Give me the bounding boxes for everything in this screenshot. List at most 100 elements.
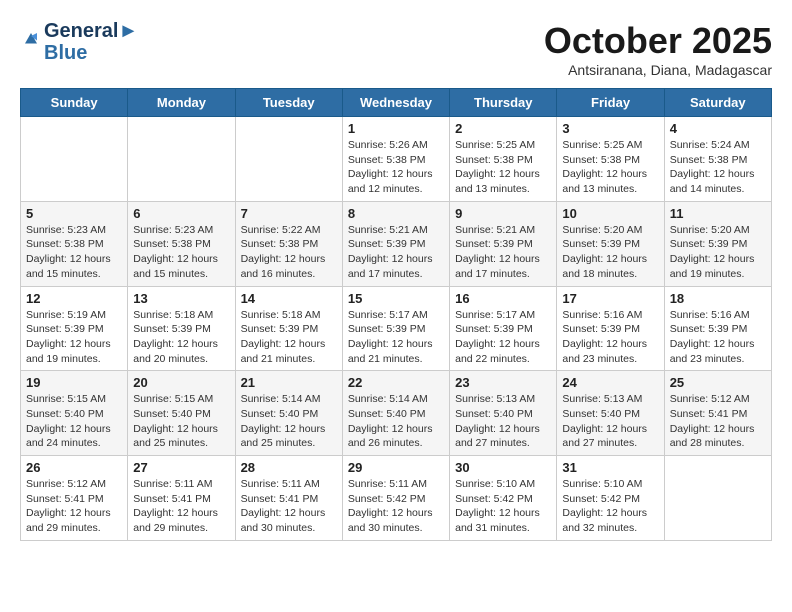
day-info: Sunrise: 5:16 AMSunset: 5:39 PMDaylight:… xyxy=(562,308,658,367)
day-number: 30 xyxy=(455,460,551,475)
calendar-cell: 14Sunrise: 5:18 AMSunset: 5:39 PMDayligh… xyxy=(235,286,342,371)
day-info: Sunrise: 5:10 AMSunset: 5:42 PMDaylight:… xyxy=(562,477,658,536)
calendar-header-monday: Monday xyxy=(128,89,235,117)
logo-blue: Blue xyxy=(44,42,138,64)
calendar-cell: 31 Sunrise: 5:10 AMSunset: 5:42 PMDayligh… xyxy=(557,456,664,541)
calendar-header-tuesday: Tuesday xyxy=(235,89,342,117)
calendar-week-row-2: 12Sunrise: 5:19 AMSunset: 5:39 PMDayligh… xyxy=(21,286,772,371)
day-info: Sunrise: 5:21 AMSunset: 5:39 PMDaylight:… xyxy=(455,223,551,282)
day-info: Sunrise: 5:13 AMSunset: 5:40 PMDaylight:… xyxy=(562,392,658,451)
day-info: Sunrise: 5:16 AMSunset: 5:39 PMDaylight:… xyxy=(670,308,766,367)
calendar-cell: 29 Sunrise: 5:11 AMSunset: 5:42 PMDayligh… xyxy=(342,456,449,541)
day-number: 26 xyxy=(26,460,122,475)
calendar-cell: 21 Sunrise: 5:14 AMSunset: 5:40 PMDayligh… xyxy=(235,371,342,456)
calendar-cell: 10Sunrise: 5:20 AMSunset: 5:39 PMDayligh… xyxy=(557,201,664,286)
day-number: 18 xyxy=(670,291,766,306)
day-number: 31 xyxy=(562,460,658,475)
day-info: Sunrise: 5:11 AMSunset: 5:42 PMDaylight:… xyxy=(348,477,444,536)
calendar-cell: 24Sunrise: 5:13 AMSunset: 5:40 PMDayligh… xyxy=(557,371,664,456)
calendar-header-saturday: Saturday xyxy=(664,89,771,117)
calendar-header-thursday: Thursday xyxy=(450,89,557,117)
calendar-cell: 27Sunrise: 5:11 AMSunset: 5:41 PMDayligh… xyxy=(128,456,235,541)
calendar-cell: 6 Sunrise: 5:23 AMSunset: 5:38 PMDaylight… xyxy=(128,201,235,286)
calendar-cell: 25 Sunrise: 5:12 AMSunset: 5:41 PMDayligh… xyxy=(664,371,771,456)
day-info: Sunrise: 5:25 AMSunset: 5:38 PMDaylight:… xyxy=(562,138,658,197)
day-info: Sunrise: 5:20 AMSunset: 5:39 PMDaylight:… xyxy=(562,223,658,282)
calendar-week-row-1: 5Sunrise: 5:23 AMSunset: 5:38 PMDaylight… xyxy=(21,201,772,286)
day-info: Sunrise: 5:23 AMSunset: 5:38 PMDaylight:… xyxy=(26,223,122,282)
subtitle: Antsiranana, Diana, Madagascar xyxy=(544,62,772,78)
calendar-cell: 9 Sunrise: 5:21 AMSunset: 5:39 PMDaylight… xyxy=(450,201,557,286)
day-number: 1 xyxy=(348,121,444,136)
day-number: 13 xyxy=(133,291,229,306)
day-info: Sunrise: 5:12 AMSunset: 5:41 PMDaylight:… xyxy=(670,392,766,451)
calendar-cell: 23Sunrise: 5:13 AMSunset: 5:40 PMDayligh… xyxy=(450,371,557,456)
calendar-cell xyxy=(128,117,235,202)
day-info: Sunrise: 5:11 AMSunset: 5:41 PMDaylight:… xyxy=(133,477,229,536)
calendar-cell: 11 Sunrise: 5:20 AMSunset: 5:39 PMDayligh… xyxy=(664,201,771,286)
calendar-cell: 26 Sunrise: 5:12 AMSunset: 5:41 PMDayligh… xyxy=(21,456,128,541)
calendar-cell: 18 Sunrise: 5:16 AMSunset: 5:39 PMDayligh… xyxy=(664,286,771,371)
calendar-cell: 2 Sunrise: 5:25 AMSunset: 5:38 PMDaylight… xyxy=(450,117,557,202)
day-number: 17 xyxy=(562,291,658,306)
day-info: Sunrise: 5:22 AMSunset: 5:38 PMDaylight:… xyxy=(241,223,337,282)
calendar-cell xyxy=(664,456,771,541)
calendar-week-row-4: 26 Sunrise: 5:12 AMSunset: 5:41 PMDayligh… xyxy=(21,456,772,541)
calendar-week-row-3: 19 Sunrise: 5:15 AMSunset: 5:40 PMDayligh… xyxy=(21,371,772,456)
day-number: 29 xyxy=(348,460,444,475)
calendar-header-row: SundayMondayTuesdayWednesdayThursdayFrid… xyxy=(21,89,772,117)
day-info: Sunrise: 5:13 AMSunset: 5:40 PMDaylight:… xyxy=(455,392,551,451)
day-number: 16 xyxy=(455,291,551,306)
calendar-cell: 7 Sunrise: 5:22 AMSunset: 5:38 PMDaylight… xyxy=(235,201,342,286)
calendar-cell: 1 Sunrise: 5:26 AMSunset: 5:38 PMDaylight… xyxy=(342,117,449,202)
day-number: 28 xyxy=(241,460,337,475)
calendar-cell: 20 Sunrise: 5:15 AMSunset: 5:40 PMDayligh… xyxy=(128,371,235,456)
day-number: 15 xyxy=(348,291,444,306)
day-info: Sunrise: 5:14 AMSunset: 5:40 PMDaylight:… xyxy=(348,392,444,451)
day-number: 9 xyxy=(455,206,551,221)
day-number: 7 xyxy=(241,206,337,221)
calendar-cell: 17 Sunrise: 5:16 AMSunset: 5:39 PMDayligh… xyxy=(557,286,664,371)
day-number: 21 xyxy=(241,375,337,390)
day-number: 2 xyxy=(455,121,551,136)
day-info: Sunrise: 5:12 AMSunset: 5:41 PMDaylight:… xyxy=(26,477,122,536)
logo: General► Blue xyxy=(20,20,138,64)
day-number: 25 xyxy=(670,375,766,390)
day-info: Sunrise: 5:25 AMSunset: 5:38 PMDaylight:… xyxy=(455,138,551,197)
day-number: 11 xyxy=(670,206,766,221)
calendar-cell: 15 Sunrise: 5:17 AMSunset: 5:39 PMDayligh… xyxy=(342,286,449,371)
calendar-cell xyxy=(235,117,342,202)
calendar-cell: 16 Sunrise: 5:17 AMSunset: 5:39 PMDayligh… xyxy=(450,286,557,371)
day-number: 20 xyxy=(133,375,229,390)
day-number: 8 xyxy=(348,206,444,221)
calendar-header-sunday: Sunday xyxy=(21,89,128,117)
page-header: General► Blue October 2025 Antsiranana, … xyxy=(20,20,772,78)
month-title: October 2025 xyxy=(544,20,772,62)
logo-text: General► xyxy=(44,20,138,42)
day-info: Sunrise: 5:17 AMSunset: 5:39 PMDaylight:… xyxy=(455,308,551,367)
day-info: Sunrise: 5:23 AMSunset: 5:38 PMDaylight:… xyxy=(133,223,229,282)
day-info: Sunrise: 5:17 AMSunset: 5:39 PMDaylight:… xyxy=(348,308,444,367)
calendar-cell: 13Sunrise: 5:18 AMSunset: 5:39 PMDayligh… xyxy=(128,286,235,371)
day-number: 6 xyxy=(133,206,229,221)
day-info: Sunrise: 5:26 AMSunset: 5:38 PMDaylight:… xyxy=(348,138,444,197)
calendar-cell: 4Sunrise: 5:24 AMSunset: 5:38 PMDaylight… xyxy=(664,117,771,202)
day-info: Sunrise: 5:21 AMSunset: 5:39 PMDaylight:… xyxy=(348,223,444,282)
day-info: Sunrise: 5:15 AMSunset: 5:40 PMDaylight:… xyxy=(26,392,122,451)
calendar-cell: 19 Sunrise: 5:15 AMSunset: 5:40 PMDayligh… xyxy=(21,371,128,456)
day-number: 4 xyxy=(670,121,766,136)
day-info: Sunrise: 5:11 AMSunset: 5:41 PMDaylight:… xyxy=(241,477,337,536)
calendar-cell: 30 Sunrise: 5:10 AMSunset: 5:42 PMDayligh… xyxy=(450,456,557,541)
day-number: 22 xyxy=(348,375,444,390)
calendar-cell: 5Sunrise: 5:23 AMSunset: 5:38 PMDaylight… xyxy=(21,201,128,286)
title-block: October 2025 Antsiranana, Diana, Madagas… xyxy=(544,20,772,78)
day-info: Sunrise: 5:14 AMSunset: 5:40 PMDaylight:… xyxy=(241,392,337,451)
day-number: 14 xyxy=(241,291,337,306)
calendar-cell xyxy=(21,117,128,202)
day-info: Sunrise: 5:15 AMSunset: 5:40 PMDaylight:… xyxy=(133,392,229,451)
day-number: 19 xyxy=(26,375,122,390)
calendar-cell: 28 Sunrise: 5:11 AMSunset: 5:41 PMDayligh… xyxy=(235,456,342,541)
day-info: Sunrise: 5:20 AMSunset: 5:39 PMDaylight:… xyxy=(670,223,766,282)
day-info: Sunrise: 5:10 AMSunset: 5:42 PMDaylight:… xyxy=(455,477,551,536)
day-number: 3 xyxy=(562,121,658,136)
